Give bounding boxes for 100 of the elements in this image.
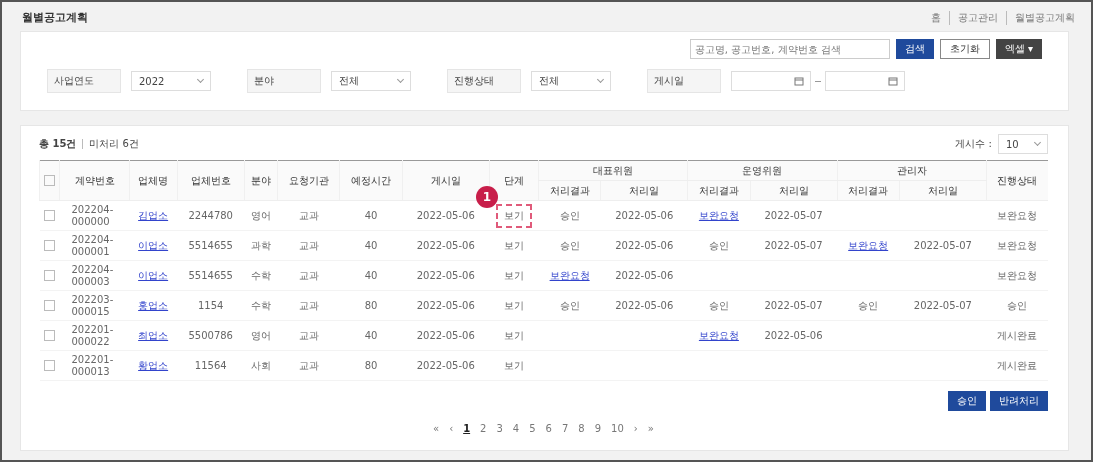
status-cell: 보완요청 xyxy=(997,269,1038,281)
select-field[interactable]: 2022 xyxy=(131,71,211,91)
filter-label: 게시일 xyxy=(647,69,721,93)
page-link[interactable]: « xyxy=(433,423,440,434)
column-group-header: 관리자 xyxy=(837,160,987,181)
result-count: 총 15건 xyxy=(39,137,77,151)
company-link[interactable]: 홍업소 xyxy=(138,299,169,311)
table-cell-text: 보기 xyxy=(502,268,525,283)
status-cell: 게시완료 xyxy=(997,329,1038,341)
table-cell: 과학 xyxy=(251,239,272,251)
table-cell: 2244780 xyxy=(188,210,233,221)
checkbox[interactable] xyxy=(44,330,56,342)
table-cell: 2022-05-06 xyxy=(416,240,475,251)
table-cell-text: 보기 xyxy=(502,238,525,253)
column-header: 처리일 xyxy=(899,180,987,201)
table-cell: 승인 xyxy=(559,239,580,251)
table-cell: 교과 xyxy=(298,269,319,281)
page-size-select[interactable]: 10 xyxy=(998,134,1048,154)
table-cell: 교과 xyxy=(298,209,319,221)
table-cell: 5500786 xyxy=(188,330,233,341)
status-cell: 게시완료 xyxy=(997,359,1038,371)
table-cell: 1154 xyxy=(198,300,224,311)
action-button[interactable]: 승인 xyxy=(948,391,986,411)
page-link[interactable]: 1 xyxy=(463,423,471,434)
page-link[interactable]: » xyxy=(647,423,654,434)
page-link[interactable]: › xyxy=(633,423,638,434)
column-group-header: 운영위원 xyxy=(687,160,838,181)
company-link[interactable]: 황업소 xyxy=(138,359,169,371)
page-link[interactable]: 9 xyxy=(594,423,602,434)
result-link[interactable]: 보완요청 xyxy=(698,209,739,221)
table-cell-text: 202201-000022 xyxy=(71,323,115,348)
table-cell-text: 202204-000003 xyxy=(71,263,115,288)
table-cell: 80 xyxy=(364,360,378,371)
checkbox[interactable] xyxy=(44,300,56,312)
table-cell: 11564 xyxy=(194,360,227,371)
table-cell: 영어 xyxy=(251,209,272,221)
page-link[interactable]: 2 xyxy=(480,423,487,434)
toolbar-button[interactable]: 엑셀 ▾ xyxy=(995,39,1042,59)
table-cell: 2022-05-06 xyxy=(416,210,475,221)
table-cell-text: 202201-000013 xyxy=(71,353,115,378)
column-group-header: 대표위원 xyxy=(538,160,688,181)
page-link[interactable]: 3 xyxy=(496,423,503,434)
action-button[interactable]: 반려처리 xyxy=(990,391,1048,411)
company-link[interactable]: 이업소 xyxy=(138,269,169,281)
table-cell: 영어 xyxy=(251,329,272,341)
table-cell-text: 202204-000000 xyxy=(71,203,115,228)
breadcrumb-item[interactable]: 홈 xyxy=(931,10,941,25)
checkbox[interactable] xyxy=(44,175,56,187)
table-cell: 승인 xyxy=(858,299,879,311)
checkbox[interactable] xyxy=(44,240,56,252)
result-link[interactable]: 보완요청 xyxy=(698,329,739,341)
table-cell: 2022-05-06 xyxy=(416,360,475,371)
checkbox[interactable] xyxy=(44,270,56,282)
page-link[interactable]: 10 xyxy=(611,423,624,434)
breadcrumb-item[interactable]: 공고관리 xyxy=(949,10,998,25)
table-cell: 승인 xyxy=(708,299,729,311)
page-link[interactable]: ‹ xyxy=(449,423,454,434)
page-link[interactable]: 4 xyxy=(512,423,520,434)
select-field[interactable]: 전체 xyxy=(531,71,611,91)
table-cell: 2022-05-07 xyxy=(913,300,972,311)
table-cell: 2022-05-06 xyxy=(615,300,674,311)
result-link[interactable]: 보완요청 xyxy=(848,239,889,251)
status-cell: 보완요청 xyxy=(997,239,1038,251)
date-field[interactable] xyxy=(825,71,905,91)
result-link[interactable]: 보완요청 xyxy=(549,269,590,281)
table-cell: 승인 xyxy=(559,299,580,311)
checkbox[interactable] xyxy=(44,210,56,222)
calendar-icon xyxy=(888,76,898,86)
table-cell: 2022-05-06 xyxy=(764,330,823,341)
company-link[interactable]: 최업소 xyxy=(138,329,169,341)
breadcrumb-item[interactable]: 월별공고계획 xyxy=(1006,10,1075,25)
table-cell: 교과 xyxy=(298,299,319,311)
table-cell: 승인 xyxy=(559,209,580,221)
toolbar-button[interactable]: 검색 xyxy=(895,39,934,59)
filter-label: 분야 xyxy=(247,69,321,93)
company-link[interactable]: 이업소 xyxy=(138,239,169,251)
company-link[interactable]: 김업소 xyxy=(138,209,169,221)
page-link[interactable]: 5 xyxy=(529,423,536,434)
column-header: 업체명 xyxy=(129,160,177,201)
table-cell: 사회 xyxy=(251,359,272,371)
page-link[interactable]: 7 xyxy=(562,423,569,434)
select-field[interactable]: 전체 xyxy=(331,71,411,91)
table-cell: 5514655 xyxy=(188,240,233,251)
table-cell: 80 xyxy=(364,300,378,311)
table-cell: 교과 xyxy=(298,329,319,341)
search-field[interactable]: 공고명, 공고번호, 계약번호 검색 xyxy=(689,39,890,59)
toolbar-button[interactable]: 초기화 xyxy=(939,39,990,59)
table-cell: 40 xyxy=(364,240,378,251)
column-header: 예정시간 xyxy=(339,160,403,201)
status-cell: 보완요청 xyxy=(997,209,1038,221)
table-cell: 2022-05-06 xyxy=(615,210,674,221)
calendar-icon xyxy=(794,76,804,86)
date-field[interactable] xyxy=(731,71,811,91)
page-link[interactable]: 6 xyxy=(545,423,552,434)
page-title: 월별공고계획 xyxy=(22,10,88,25)
column-header: 계약번호 xyxy=(59,160,130,201)
page-link[interactable]: 8 xyxy=(578,423,585,434)
page-size-label: 게시수 : xyxy=(955,137,992,151)
checkbox[interactable] xyxy=(44,360,56,372)
table-cell: 2022-05-06 xyxy=(416,300,475,311)
